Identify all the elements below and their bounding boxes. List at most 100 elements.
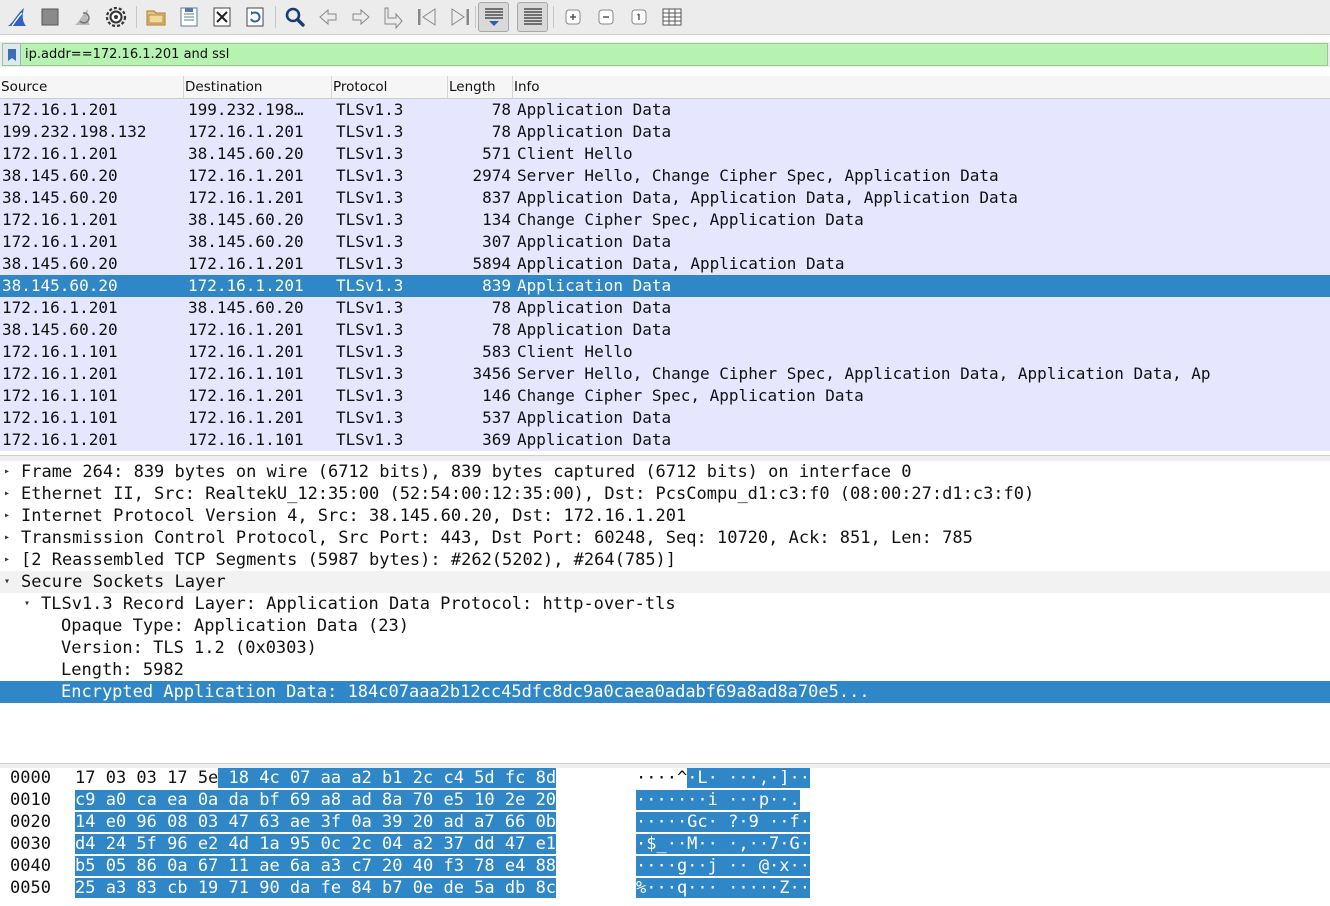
find-packet-icon[interactable] <box>281 3 309 31</box>
first-packet-icon[interactable] <box>413 3 441 31</box>
ascii-bytes-highlighted[interactable]: ·····Gc· ?·9 ··f· <box>636 812 810 832</box>
detail-row[interactable]: ▸ Transmission Control Protocol, Src Port… <box>0 527 1330 549</box>
packet-row[interactable]: 199.232.198.132 172.16.1.201 TLSv1.3 78 Appl… <box>0 121 1330 143</box>
packet-row[interactable]: 172.16.1.201 172.16.1.101 TLSv1.3 369 Applic… <box>0 429 1330 451</box>
packet-row[interactable]: 172.16.1.201 199.232.198… TLSv1.3 78 Applica… <box>0 99 1330 121</box>
tree-collapsed-arrow-icon[interactable]: ▸ <box>4 483 10 505</box>
zoom-out-icon[interactable] <box>592 3 620 31</box>
ascii-bytes[interactable]: %···q··· ·····Z·· <box>636 878 810 899</box>
packet-row[interactable]: 172.16.1.201 38.145.60.20 TLSv1.3 307 Applic… <box>0 231 1330 253</box>
packet-row[interactable]: 38.145.60.20 172.16.1.201 TLSv1.3 839 Applic… <box>0 275 1330 297</box>
tree-collapsed-arrow-icon[interactable]: ▸ <box>4 527 10 549</box>
packet-row[interactable]: 38.145.60.20 172.16.1.201 TLSv1.3 2974 Serve… <box>0 165 1330 187</box>
hex-bytes[interactable]: d4 24 5f 96 e2 4d 1a 95 0c 2c 04 a2 37 d… <box>75 834 557 855</box>
cell-info: Application Data, Application Data <box>517 254 845 273</box>
reload-file-icon[interactable] <box>241 3 269 31</box>
go-to-packet-icon[interactable] <box>380 3 408 31</box>
cell-protocol: TLSv1.3 <box>336 342 404 361</box>
tree-collapsed-arrow-icon[interactable]: ▸ <box>4 505 10 527</box>
hex-bytes[interactable]: 25 a3 83 cb 19 71 90 da fe 84 b7 0e de 5… <box>75 878 557 899</box>
packet-bytes-pane[interactable]: 0000 17 03 03 17 5e 18 4c 07 aa a2 b1 2c … <box>0 768 1330 906</box>
column-header-source[interactable]: Source <box>0 76 184 98</box>
column-header-protocol[interactable]: Protocol <box>332 76 448 98</box>
ascii-bytes-highlighted[interactable]: ·L· ···,·]·· <box>687 768 811 788</box>
ascii-bytes-highlighted[interactable]: ·······i ···p··. <box>636 790 800 810</box>
detail-row[interactable]: ▸ Frame 264: 839 bytes on wire (6712 bits… <box>0 461 1330 483</box>
cell-protocol: TLSv1.3 <box>336 408 404 427</box>
go-back-icon[interactable] <box>314 3 342 31</box>
ascii-bytes[interactable]: ·······i ···p··. <box>636 790 800 811</box>
tree-expanded-arrow-icon[interactable]: ▾ <box>24 593 30 615</box>
packet-row[interactable]: 172.16.1.201 172.16.1.101 TLSv1.3 3456 Serve… <box>0 363 1330 385</box>
capture-options-gear-icon[interactable] <box>102 3 130 31</box>
last-packet-icon[interactable] <box>446 3 474 31</box>
filter-bookmark-icon[interactable] <box>3 44 21 65</box>
restart-capture-icon[interactable] <box>69 3 97 31</box>
detail-row[interactable]: ▸ Internet Protocol Version 4, Src: 38.14… <box>0 505 1330 527</box>
detail-row[interactable]: ▾ TLSv1.3 Record Layer: Application Data … <box>0 593 1330 615</box>
detail-row[interactable]: Encrypted Application Data: 184c07aaa2b1… <box>0 681 1330 703</box>
hex-bytes-highlighted[interactable]: b5 05 86 0a 67 11 ae 6a a3 c7 20 40 f3 7… <box>75 856 557 876</box>
stop-square-icon[interactable] <box>36 3 64 31</box>
display-filter-input[interactable]: ip.addr==172.16.1.201 and ssl <box>2 43 1328 66</box>
ascii-bytes[interactable]: ·$_··M·· ·,··7·G· <box>636 834 810 855</box>
open-folder-icon[interactable] <box>142 3 170 31</box>
cell-source: 172.16.1.201 <box>2 298 118 317</box>
detail-row[interactable]: Opaque Type: Application Data (23) <box>0 615 1330 637</box>
detail-row[interactable]: ▾ Secure Sockets Layer <box>0 571 1330 593</box>
column-header-destination[interactable]: Destination <box>184 76 332 98</box>
hex-bytes[interactable]: c9 a0 ca ea 0a da bf 69 a8 ad 8a 70 e5 1… <box>75 790 557 811</box>
tree-collapsed-arrow-icon[interactable]: ▸ <box>4 461 10 483</box>
hex-bytes[interactable]: b5 05 86 0a 67 11 ae 6a a3 c7 20 40 f3 7… <box>75 856 557 877</box>
ascii-bytes-highlighted[interactable]: ····g··j ·· @·x·· <box>636 856 810 876</box>
packet-row[interactable]: 172.16.1.101 172.16.1.201 TLSv1.3 583 Client… <box>0 341 1330 363</box>
packet-list[interactable]: 172.16.1.201 199.232.198… TLSv1.3 78 Applica… <box>0 99 1330 455</box>
packet-row[interactable]: 172.16.1.201 38.145.60.20 TLSv1.3 571 Client… <box>0 143 1330 165</box>
filter-text[interactable]: ip.addr==172.16.1.201 and ssl <box>25 47 229 62</box>
tree-collapsed-arrow-icon[interactable]: ▸ <box>4 549 10 571</box>
hex-bytes-highlighted[interactable]: c9 a0 ca ea 0a da bf 69 a8 ad 8a 70 e5 1… <box>75 790 557 810</box>
detail-text: [2 Reassembled TCP Segments (5987 bytes)… <box>21 550 677 570</box>
ascii-bytes-plain[interactable]: ····^ <box>636 768 687 788</box>
colorize-icon[interactable] <box>517 2 548 32</box>
detail-row[interactable]: ▸ [2 Reassembled TCP Segments (5987 bytes… <box>0 549 1330 571</box>
hex-bytes[interactable]: 14 e0 96 08 03 47 63 ae 3f 0a 39 20 ad a… <box>75 812 557 833</box>
cell-destination: 172.16.1.101 <box>188 430 304 449</box>
packet-row[interactable]: 38.145.60.20 172.16.1.201 TLSv1.3 78 Applica… <box>0 319 1330 341</box>
ascii-bytes[interactable]: ····g··j ·· @·x·· <box>636 856 810 877</box>
column-header-info[interactable]: Info <box>513 76 1330 98</box>
ascii-bytes[interactable]: ·····Gc· ?·9 ··f· <box>636 812 810 833</box>
close-file-icon[interactable] <box>208 3 236 31</box>
hex-bytes-highlighted[interactable]: 25 a3 83 cb 19 71 90 da fe 84 b7 0e de 5… <box>75 878 557 898</box>
ascii-bytes-highlighted[interactable]: %···q··· ·····Z·· <box>636 878 810 898</box>
packet-row[interactable]: 172.16.1.101 172.16.1.201 TLSv1.3 146 Change… <box>0 385 1330 407</box>
hex-bytes[interactable]: 17 03 03 17 5e 18 4c 07 aa a2 b1 2c c4 5… <box>75 768 557 789</box>
detail-row[interactable]: Length: 5982 <box>0 659 1330 681</box>
packet-row[interactable]: 172.16.1.101 172.16.1.201 TLSv1.3 537 Applic… <box>0 407 1330 429</box>
auto-scroll-icon[interactable] <box>478 2 509 32</box>
zoom-in-icon[interactable] <box>559 3 587 31</box>
packet-row[interactable]: 172.16.1.201 38.145.60.20 TLSv1.3 78 Applica… <box>0 297 1330 319</box>
packet-row[interactable]: 38.145.60.20 172.16.1.201 TLSv1.3 837 Applic… <box>0 187 1330 209</box>
cell-source: 38.145.60.20 <box>2 276 118 295</box>
packet-row[interactable]: 38.145.60.20 172.16.1.201 TLSv1.3 5894 Appli… <box>0 253 1330 275</box>
hex-bytes-highlighted[interactable]: 18 4c 07 aa a2 b1 2c c4 5d fc 8d <box>218 768 557 788</box>
ascii-bytes-highlighted[interactable]: ·$_··M·· ·,··7·G· <box>636 834 810 854</box>
normal-size-icon[interactable] <box>625 3 653 31</box>
shark-fin-start-icon[interactable] <box>3 3 31 31</box>
detail-row[interactable]: Version: TLS 1.2 (0x0303) <box>0 637 1330 659</box>
hex-bytes-plain[interactable]: 17 03 03 17 5e <box>75 768 218 788</box>
hex-bytes-highlighted[interactable]: 14 e0 96 08 03 47 63 ae 3f 0a 39 20 ad a… <box>75 812 557 832</box>
tree-expanded-arrow-icon[interactable]: ▾ <box>4 571 10 593</box>
go-forward-icon[interactable] <box>347 3 375 31</box>
save-file-icon[interactable] <box>175 3 203 31</box>
ascii-bytes[interactable]: ····^·L· ···,·]·· <box>636 768 811 789</box>
packet-row[interactable]: 172.16.1.201 38.145.60.20 TLSv1.3 134 Change… <box>0 209 1330 231</box>
packet-details-tree[interactable]: ▸ Frame 264: 839 bytes on wire (6712 bits… <box>0 461 1330 763</box>
detail-row[interactable]: ▸ Ethernet II, Src: RealtekU_12:35:00 (52… <box>0 483 1330 505</box>
cell-source: 38.145.60.20 <box>2 320 118 339</box>
hex-bytes-highlighted[interactable]: d4 24 5f 96 e2 4d 1a 95 0c 2c 04 a2 37 d… <box>75 834 557 854</box>
resize-columns-icon[interactable] <box>658 3 686 31</box>
cell-info: Application Data <box>517 232 672 251</box>
column-header-length[interactable]: Length <box>448 76 513 98</box>
